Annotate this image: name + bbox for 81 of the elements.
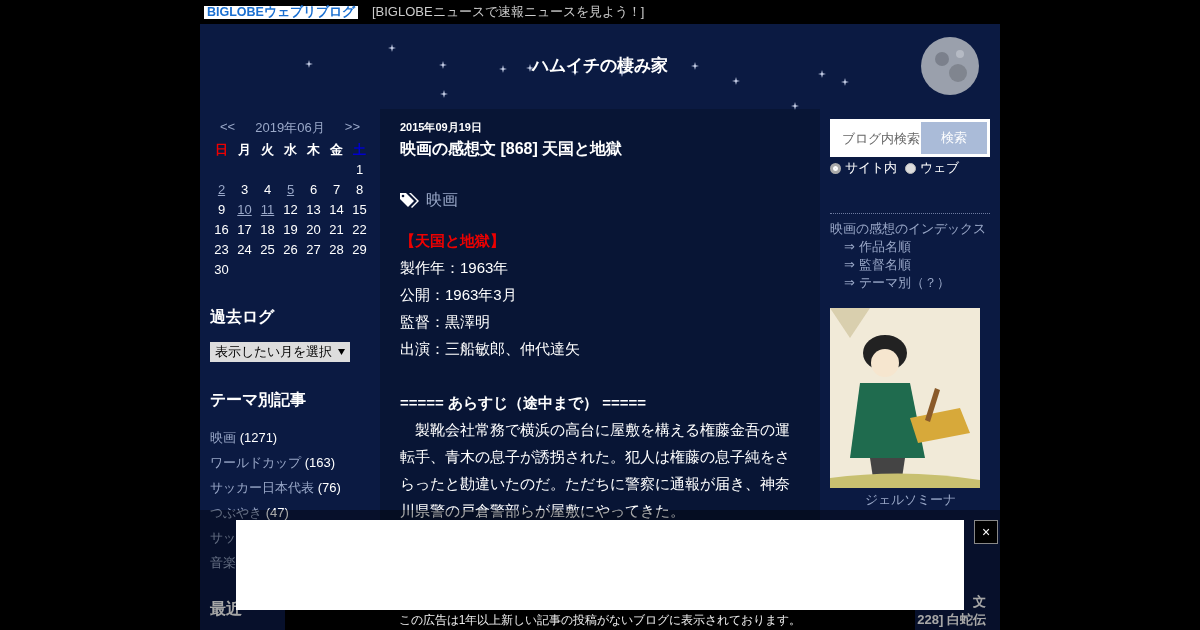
news-link[interactable]: [BIGLOBEニュースで速報ニュースを見よう！] bbox=[371, 3, 645, 21]
calendar-day: 24 bbox=[233, 241, 256, 259]
film-fact: 監督：黒澤明 bbox=[400, 312, 491, 332]
weekday-label: 月 bbox=[237, 141, 252, 159]
synopsis-text: 製靴会社常務で横浜の高台に屋敷を構える権藤金吾の運転手、青木の息子が誘拐された。犯人は権藤の息子純をさらったと勘違いたのだ。ただちに警察に通報が届き、神奈川県警の戸倉警部らが屋敷にやってきた。 bbox=[400, 420, 791, 521]
theme-link[interactable]: サッカー日本代表 bbox=[210, 480, 314, 495]
calendar-day: 1 bbox=[348, 161, 371, 179]
calendar-day-link[interactable]: 2 bbox=[210, 181, 233, 199]
post-title[interactable]: 映画の感想文 [868] 天国と地獄 bbox=[400, 139, 800, 160]
calendar-day: 14 bbox=[325, 201, 348, 219]
recent-post-link[interactable]: 228] 白蛇伝 bbox=[917, 611, 986, 629]
radio-button[interactable] bbox=[905, 162, 916, 174]
theme-link[interactable]: つぶやき bbox=[210, 505, 262, 520]
weekday-label: 木 bbox=[306, 141, 321, 159]
prev-month-link[interactable]: << bbox=[220, 119, 236, 137]
calendar-day-link[interactable]: 11 bbox=[256, 201, 279, 219]
theme-link[interactable]: 音楽 bbox=[210, 555, 236, 570]
calendar-day: 22 bbox=[348, 221, 371, 239]
calendar-day: 25 bbox=[256, 241, 279, 259]
tags-icon bbox=[400, 192, 420, 209]
theme-count: (47) bbox=[265, 505, 289, 520]
index-link[interactable]: ⇒ 作品名順 bbox=[830, 238, 990, 256]
calendar-day-link[interactable]: 5 bbox=[279, 181, 302, 199]
film-title: 【天国と地獄】 bbox=[400, 231, 506, 251]
ad-notice: この広告は1年以上新しい記事の投稿がないブログに表示されております。 bbox=[285, 610, 915, 630]
theme-link[interactable]: 映画 bbox=[210, 430, 236, 445]
calendar-day: 21 bbox=[325, 221, 348, 239]
theme-count: (1271) bbox=[239, 430, 278, 445]
theme-link[interactable]: ワールドカップ bbox=[210, 455, 301, 470]
calendar-day: 17 bbox=[233, 221, 256, 239]
calendar-day: 27 bbox=[302, 241, 325, 259]
month-select[interactable]: 表示したい月を選択 bbox=[210, 342, 350, 362]
weekday-label: 水 bbox=[283, 141, 298, 159]
theme-count: (163) bbox=[304, 455, 335, 470]
calendar-day: 18 bbox=[256, 221, 279, 239]
theme-link[interactable]: サッ bbox=[210, 530, 236, 545]
calendar-day: 15 bbox=[348, 201, 371, 219]
calendar-day: 12 bbox=[279, 201, 302, 219]
weekday-label: 日 bbox=[214, 141, 229, 159]
weekday-label: 金 bbox=[329, 141, 344, 159]
index-link[interactable]: ⇒ 監督名順 bbox=[830, 256, 990, 274]
calendar-day: 7 bbox=[325, 181, 348, 199]
calendar-day: 23 bbox=[210, 241, 233, 259]
calendar-day: 9 bbox=[210, 201, 233, 219]
calendar-day: 30 bbox=[210, 261, 233, 279]
next-month-link[interactable]: >> bbox=[344, 119, 360, 137]
calendar-day: 6 bbox=[302, 181, 325, 199]
radio-label: サイト内 bbox=[845, 159, 897, 177]
index-link[interactable]: 映画の感想のインデックス bbox=[830, 220, 990, 238]
blog-logo[interactable]: BIGLOBEウェブリブログ bbox=[204, 5, 358, 19]
calendar-day: 8 bbox=[348, 181, 371, 199]
section-heading: 過去ログ bbox=[210, 307, 276, 327]
dropdown-arrow-icon bbox=[338, 349, 345, 355]
calendar-day: 19 bbox=[279, 221, 302, 239]
profile-name-link[interactable]: ジェルソミーナ bbox=[830, 491, 990, 509]
weekday-label: 土 bbox=[352, 141, 367, 159]
calendar-day: 13 bbox=[302, 201, 325, 219]
calendar-day: 4 bbox=[256, 181, 279, 199]
calendar-day: 28 bbox=[325, 241, 348, 259]
close-button[interactable]: × bbox=[974, 520, 998, 544]
section-heading: テーマ別記事 bbox=[210, 390, 307, 410]
calendar-day-link[interactable]: 10 bbox=[233, 201, 256, 219]
moon-icon bbox=[920, 37, 980, 95]
calendar-day: 26 bbox=[279, 241, 302, 259]
post-date: 2015年09月19日 bbox=[400, 120, 483, 135]
calendar-day: 29 bbox=[348, 241, 371, 259]
tag-link[interactable]: 映画 bbox=[426, 190, 458, 211]
index-link[interactable]: ⇒ テーマ別（？） bbox=[830, 274, 990, 292]
calendar-day: 20 bbox=[302, 221, 325, 239]
calendar-day: 3 bbox=[233, 181, 256, 199]
radio-label: ウェブ bbox=[920, 159, 959, 177]
film-fact: 製作年：1963年 bbox=[400, 258, 510, 278]
blog-title[interactable]: ハムイチの棲み家 bbox=[532, 54, 668, 77]
weekday-label: 火 bbox=[260, 141, 275, 159]
film-fact: 公開：1963年3月 bbox=[400, 285, 518, 305]
film-fact: 出演：三船敏郎、仲代達矢 bbox=[400, 339, 581, 359]
synopsis-heading: ===== あらすじ（途中まで） ===== bbox=[400, 393, 647, 413]
calendar-month: 2019年06月 bbox=[255, 119, 325, 137]
calendar-day: 16 bbox=[210, 221, 233, 239]
radio-button[interactable] bbox=[830, 162, 841, 174]
theme-count: (76) bbox=[317, 480, 341, 495]
